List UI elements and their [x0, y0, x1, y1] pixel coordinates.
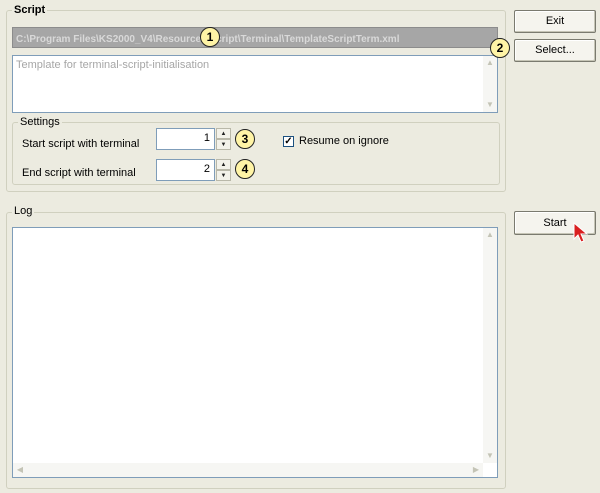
scroll-up-icon[interactable]: ▲ — [483, 228, 497, 242]
start-script-label: Start script with terminal — [22, 138, 140, 150]
script-group-title: Script — [12, 4, 48, 16]
start-button-label: Start — [543, 217, 567, 229]
scroll-right-icon[interactable]: ▶ — [469, 463, 483, 477]
resume-on-ignore-checkbox[interactable]: ✓ — [283, 136, 294, 147]
end-script-label: End script with terminal — [22, 167, 136, 179]
select-button-label: Select... — [535, 44, 575, 56]
scroll-left-icon[interactable]: ◀ — [13, 463, 27, 477]
start-script-input[interactable]: 1 — [156, 128, 215, 150]
select-button[interactable]: Select... — [514, 39, 596, 62]
settings-group-title: Settings — [18, 116, 62, 128]
end-script-stepper[interactable]: ▲ ▼ — [216, 159, 231, 181]
exit-button[interactable]: Exit — [514, 10, 596, 33]
stepper-up-icon[interactable]: ▲ — [216, 128, 231, 139]
script-description-textarea[interactable]: Template for terminal-script-initialisat… — [12, 55, 498, 113]
stepper-up-icon[interactable]: ▲ — [216, 159, 231, 170]
callout-4: 4 — [235, 159, 255, 179]
log-horizontal-scrollbar[interactable]: ◀ ▶ — [13, 463, 483, 477]
resume-on-ignore-label: Resume on ignore — [299, 135, 389, 147]
callout-3: 3 — [235, 129, 255, 149]
end-script-input[interactable]: 2 — [156, 159, 215, 181]
stepper-down-icon[interactable]: ▼ — [216, 139, 231, 150]
scroll-down-icon[interactable]: ▼ — [483, 98, 497, 112]
log-textarea[interactable]: ▲ ▼ ◀ ▶ — [12, 227, 498, 478]
scroll-down-icon[interactable]: ▼ — [483, 449, 497, 463]
callout-2: 2 — [490, 38, 510, 58]
stepper-down-icon[interactable]: ▼ — [216, 170, 231, 181]
exit-button-label: Exit — [545, 15, 565, 27]
checkmark-icon: ✓ — [284, 136, 293, 147]
description-scrollbar[interactable]: ▲ ▼ — [483, 56, 497, 112]
mouse-pointer-icon — [573, 222, 589, 243]
script-path-field: C:\Program Files\KS2000_V4\Resources\Scr… — [12, 27, 498, 48]
scroll-up-icon[interactable]: ▲ — [483, 56, 497, 70]
start-script-stepper[interactable]: ▲ ▼ — [216, 128, 231, 150]
log-group-title: Log — [12, 205, 35, 217]
log-vertical-scrollbar[interactable]: ▲ ▼ — [483, 228, 497, 463]
script-description-text: Template for terminal-script-initialisat… — [16, 59, 210, 71]
callout-1: 1 — [200, 27, 220, 47]
